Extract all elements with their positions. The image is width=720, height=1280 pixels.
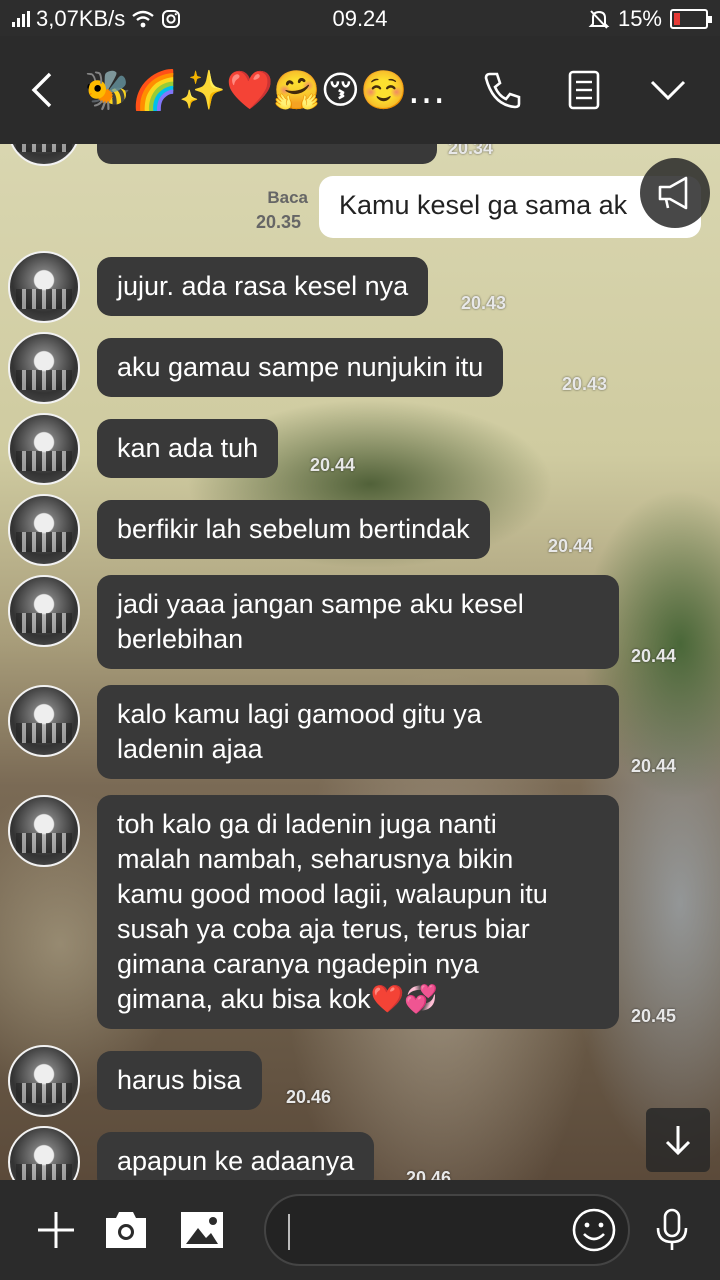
text-caret: [288, 1214, 290, 1250]
message-time: 20.44: [310, 455, 356, 475]
avatar[interactable]: [8, 685, 80, 757]
chat-header: 🐝🌈✨❤️🤗😚☺️…: [0, 36, 720, 144]
image-icon[interactable]: [178, 1206, 226, 1254]
message-bubble[interactable]: toh kalo ga di ladenin juga nanti malah …: [97, 795, 619, 1029]
chat-area[interactable]: 20.34 Baca 20.35 Kamu kesel ga sama ak j…: [0, 144, 720, 1180]
emoji-icon[interactable]: [570, 1206, 618, 1254]
message-text: jujur. ada rasa kesel nya: [117, 271, 409, 301]
camera-icon[interactable]: [102, 1206, 150, 1254]
back-icon[interactable]: [22, 66, 62, 114]
arrow-down-icon: [665, 1126, 691, 1156]
message-bubble[interactable]: kan ada tuh: [97, 419, 279, 478]
avatar[interactable]: [8, 332, 80, 404]
message-time: 20.46: [286, 1087, 332, 1107]
message-line: ladenin ajaa: [117, 734, 263, 764]
message-line: jadi yaaa jangan sampe aku kesel: [117, 589, 524, 619]
message-text: apapun ke adaanya: [117, 1146, 355, 1176]
message-line: susah ya coba aja terus, terus biar: [117, 914, 530, 944]
message-line: toh kalo ga di ladenin juga nanti: [117, 809, 497, 839]
chevron-down-icon[interactable]: [644, 66, 692, 114]
message-time: 20.44: [548, 536, 594, 556]
avatar[interactable]: [8, 795, 80, 867]
read-receipt: Baca: [267, 188, 308, 207]
message-text: Kamu kesel ga sama ak: [339, 190, 628, 220]
avatar[interactable]: [8, 1045, 80, 1117]
message-time: 20.44: [631, 756, 677, 776]
chat-title[interactable]: 🐝🌈✨❤️🤗😚☺️…: [84, 62, 444, 118]
avatar[interactable]: [8, 575, 80, 647]
avatar[interactable]: [8, 494, 80, 566]
message-time: 20.35: [256, 212, 302, 232]
message-bubble[interactable]: berfikir lah sebelum bertindak: [97, 500, 490, 559]
message-bubble[interactable]: jujur. ada rasa kesel nya: [97, 257, 429, 316]
phone-icon[interactable]: [478, 66, 526, 114]
notes-icon[interactable]: [560, 66, 608, 114]
megaphone-icon: [658, 176, 688, 210]
compose-bar: [0, 1180, 720, 1280]
avatar[interactable]: [8, 413, 80, 485]
message-text: berfikir lah sebelum bertindak: [117, 514, 470, 544]
message-time: 20.46: [406, 1168, 452, 1180]
message-time: 20.43: [562, 374, 608, 394]
message-text: kan ada tuh: [117, 433, 259, 463]
message-line: malah nambah, seharusnya bikin: [117, 844, 514, 874]
avatar[interactable]: [8, 251, 80, 323]
status-bar: 3,07KB/s 09.24 15%: [0, 0, 720, 36]
message-bubble[interactable]: harus bisa: [97, 1051, 262, 1110]
status-right: 15%: [588, 6, 712, 32]
message-time: 20.44: [631, 646, 677, 666]
message-bubble[interactable]: aku gamau sampe nunjukin itu: [97, 338, 504, 397]
message-bubble[interactable]: apapun ke adaanya: [97, 1132, 375, 1180]
message-line: kalo kamu lagi gamood gitu ya: [117, 699, 482, 729]
scroll-down-button[interactable]: [646, 1108, 710, 1172]
message-time: 20.34: [448, 144, 494, 158]
message-bubble[interactable]: jadi yaaa jangan sampe aku kesel berlebi…: [97, 575, 619, 669]
announcement-button[interactable]: [640, 158, 710, 228]
battery-icon: [670, 9, 712, 29]
avatar[interactable]: [8, 144, 80, 166]
message-line: gimana, aku bisa kok❤️💞: [117, 984, 438, 1014]
bell-off-icon: [588, 10, 610, 29]
avatar[interactable]: [8, 1126, 80, 1180]
message-line: kamu good mood lagii, walaupun itu: [117, 879, 548, 909]
message-bubble[interactable]: kalo kamu lagi gamood gitu ya ladenin aj…: [97, 685, 619, 779]
message-time: 20.45: [631, 1006, 677, 1026]
message-line: berlebihan: [117, 624, 244, 654]
plus-icon[interactable]: [32, 1206, 80, 1254]
microphone-icon[interactable]: [648, 1206, 696, 1254]
message-text: harus bisa: [117, 1065, 242, 1095]
message-time: 20.43: [461, 293, 507, 313]
message-line: gimana caranya ngadepin nya: [117, 949, 479, 979]
battery-percent: 15%: [617, 6, 662, 31]
message-bubble[interactable]: [97, 144, 437, 164]
message-text: aku gamau sampe nunjukin itu: [117, 352, 484, 382]
